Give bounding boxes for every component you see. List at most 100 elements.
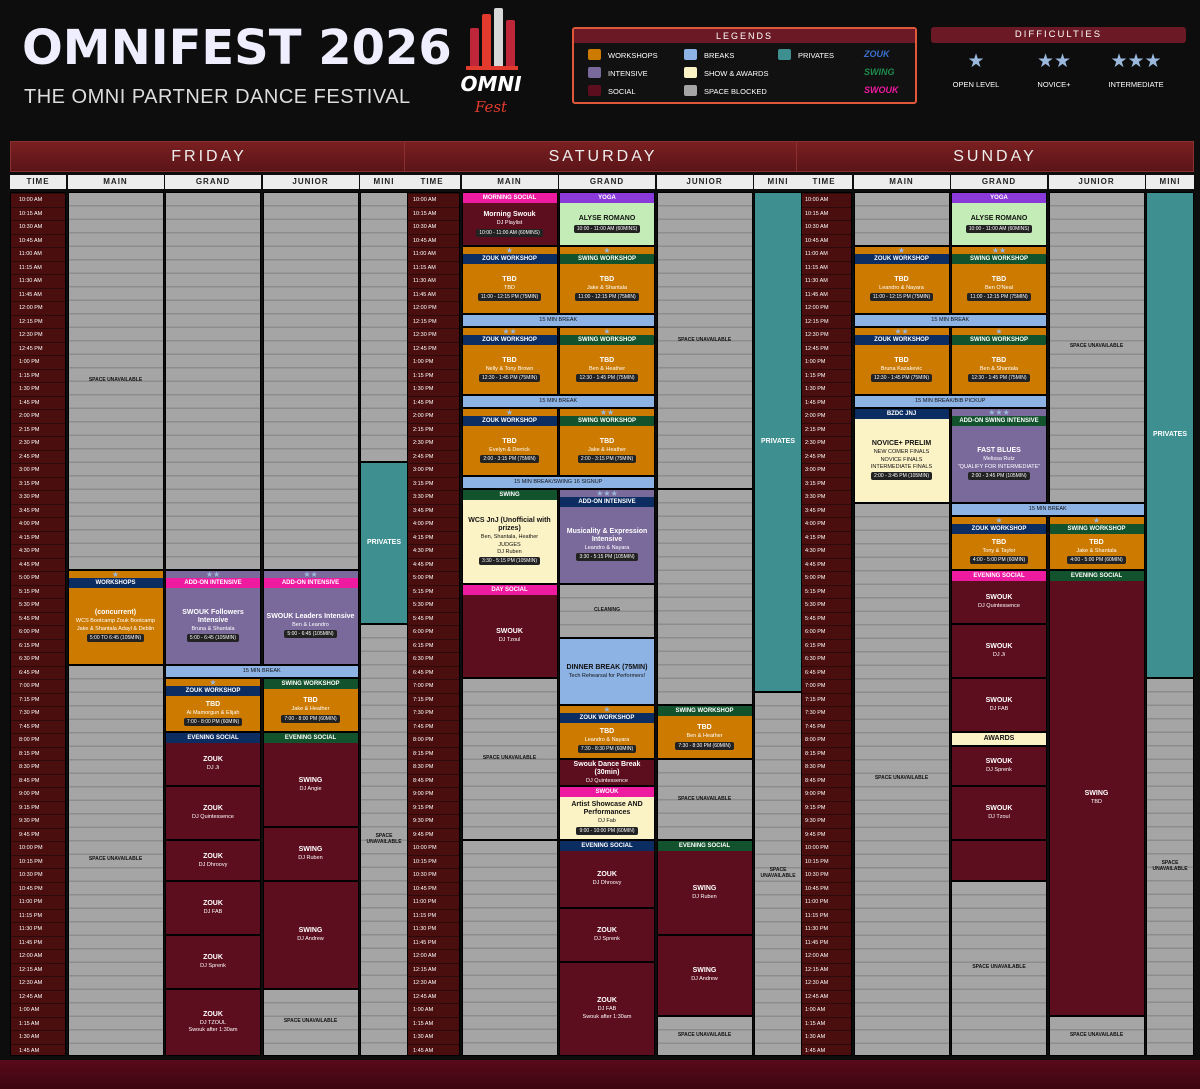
schedule-block[interactable]: EVENING SOCIAL SWING DJ Ruben (656, 840, 753, 935)
block-time-tag: 5:00 TO 6:45 (105MIN) (86, 634, 145, 643)
time-label: 8:30 PM (405, 760, 459, 774)
schedule-block[interactable]: Swouk Dance Break (30min) DJ Quintessence (559, 759, 655, 786)
time-label: 10:15 PM (11, 854, 65, 869)
schedule-block[interactable]: YOGA ALYSE ROMANO 10:00 - 11:00 AM (60MINS… (951, 192, 1047, 246)
block-heading: EVENING SOCIAL (166, 733, 260, 743)
legend-style-swouk: SWOUK (864, 85, 899, 95)
time-label: 12:30 AM (797, 976, 851, 990)
schedule-block[interactable]: ZOUK DJ FAB Swouk after 1:30am (559, 961, 655, 1056)
schedule-block[interactable]: ★ ZOUK WORKSHOP TBD Evelyn & Derrick 2:00 - … (461, 408, 558, 476)
schedule-block[interactable]: ★ ZOUK WORKSHOP TBD TBD 11:00 - 12:15 PM (75… (461, 246, 558, 314)
block-text: 15 MIN BREAK/BIB PICKUP (915, 398, 986, 405)
schedule-block[interactable]: ZOUK DJ FAB (165, 880, 261, 935)
schedule-block[interactable]: SWING DJ Andrew (262, 880, 359, 989)
schedule-block[interactable]: EVENING SOCIAL ZOUK DJ Dhroovy (559, 840, 655, 908)
schedule-block[interactable]: ★ SWING WORKSHOP TBD Ben & Heather 12:30 - 1… (559, 327, 655, 395)
legend-label: BREAKS (704, 51, 735, 60)
schedule-block[interactable]: 15 MIN BREAK (951, 502, 1145, 516)
schedule-block[interactable]: ★★ ADD-ON INTENSIVE SWOUK Followers Intens… (165, 570, 261, 665)
block-text: SWOUK (985, 758, 1013, 766)
schedule-block[interactable]: ★★ SWING WORKSHOP TBD Jake & Heather 2:00 - … (559, 408, 655, 476)
schedule-block[interactable]: SWOUK DJ Sprenk (951, 745, 1047, 786)
schedule-block[interactable]: DINNER BREAK (75MIN) Tech Rehearsal for P… (559, 637, 655, 705)
column-header-main: MAIN (853, 175, 950, 189)
schedule-block[interactable]: ZOUK DJ Dhroovy (165, 840, 261, 881)
schedule-block[interactable]: SWOUK DJ FAB (951, 678, 1047, 732)
block-body: SPACE UNAVAILABLE (855, 504, 949, 1056)
schedule-block[interactable]: MORNING SOCIAL Morning Swouk DJ Playlist 10… (461, 192, 558, 246)
schedule-block[interactable]: ★ SWING WORKSHOP TBD Ben & Shantala 12:30 - … (951, 327, 1047, 395)
schedule-block[interactable]: SWOUK Artist Showcase AND Performances DJ … (559, 786, 655, 840)
schedule-block[interactable]: SWING WORKSHOP TBD Jake & Heather 7:00 - 8:… (262, 678, 359, 732)
schedule-block[interactable]: SWING WCS JnJ (Unofficial with prizes) Ben… (461, 489, 558, 584)
schedule-block[interactable]: ★ ZOUK WORKSHOP TBD Leandro & Nayara 11:00 -… (853, 246, 950, 314)
schedule-block[interactable]: SWOUK DJ Ji (951, 624, 1047, 678)
schedule-block[interactable]: ★ ZOUK WORKSHOP TBD Ai Mamorgun & Elijah 7:0… (165, 678, 261, 732)
block-text: DJ Quintessence (978, 603, 1020, 610)
schedule-block[interactable]: ZOUK DJ TZOUL Swouk after 1:30am (165, 988, 261, 1056)
schedule-block[interactable]: 15 MIN BREAK (461, 394, 655, 408)
schedule-block[interactable]: 15 MIN BREAK/BIB PICKUP (853, 394, 1047, 408)
schedule-block[interactable]: ★ ZOUK WORKSHOP TBD Tony & Taylor 4:00 - 5:0… (951, 516, 1047, 570)
schedule-block[interactable]: EVENING SOCIAL ZOUK DJ Ji (165, 732, 261, 786)
schedule-block[interactable]: EVENING SOCIAL SWOUK DJ Quintessence (951, 570, 1047, 624)
schedule-block[interactable]: ★ SWING WORKSHOP TBD Jake & Shantala 11:00 -… (559, 246, 655, 314)
schedule-block[interactable]: PRIVATES (754, 192, 802, 692)
schedule-block (262, 192, 359, 570)
schedule-block[interactable]: EVENING SOCIAL SWING TBD (1048, 570, 1145, 1016)
block-body: SPACE UNAVAILABLE (463, 679, 557, 839)
schedule-block[interactable]: SWOUK DJ Tzoul (951, 786, 1047, 840)
schedule-block[interactable] (951, 840, 1047, 881)
time-label: 12:00 AM (797, 949, 851, 963)
schedule-block[interactable]: ★ ZOUK WORKSHOP TBD Leandro & Nayara 7:30 - … (559, 705, 655, 759)
schedule-block[interactable]: PRIVATES (1146, 192, 1194, 678)
time-label: 2:00 PM (11, 409, 65, 423)
block-text: SWOUK (496, 628, 523, 636)
block-heading: YOGA (560, 193, 654, 203)
block-time-tag: 2:00 - 3:15 PM (75MIN) (480, 454, 539, 463)
time-label: 1:00 AM (797, 1003, 851, 1017)
time-label: 1:30 PM (405, 382, 459, 396)
schedule-block[interactable]: ★ WORKSHOPS (concurrent) WCS Bootcamp Zouk … (67, 570, 164, 665)
time-label: 10:15 AM (11, 206, 65, 221)
schedule-block[interactable]: ★★ SWING WORKSHOP TBD Ben O'Neal 11:00 - 12:… (951, 246, 1047, 314)
block-text: Swouk after 1:30am (582, 1013, 632, 1020)
time-label: 8:45 PM (11, 773, 65, 788)
schedule-block[interactable]: ZOUK DJ Quintessence (165, 786, 261, 840)
time-label: 1:30 AM (405, 1030, 459, 1044)
schedule-block[interactable]: 15 MIN BREAK/SWING 16 SIGNUP (461, 475, 655, 489)
schedule-block[interactable]: DAY SOCIAL SWOUK DJ Tzoul (461, 583, 558, 678)
schedule-block[interactable]: 15 MIN BREAK (461, 313, 655, 327)
time-label: 11:45 AM (405, 287, 459, 302)
schedule-block[interactable]: ★★ ZOUK WORKSHOP TBD Bruna Kazakevic 12:30 -… (853, 327, 950, 395)
block-body: TBD Tony & Taylor 4:00 - 5:00 PM (60MIN) (952, 534, 1046, 569)
schedule-block[interactable]: ZOUK DJ Sprenk (559, 907, 655, 962)
schedule-block[interactable]: 15 MIN BREAK (165, 664, 359, 678)
schedule-block[interactable]: SWING DJ Ruben (262, 826, 359, 881)
schedule-block[interactable]: BZDC JNJ NOVICE+ PRELIM NEW COMER FINALS NO… (853, 408, 950, 503)
legend-swatch (684, 67, 697, 78)
schedule-block[interactable]: ★★★ ADD-ON SWING INTENSIVE FAST BLUES Melis… (951, 408, 1047, 503)
column-header-time: TIME (796, 175, 852, 189)
block-body: SPACE UNAVAILABLE (952, 882, 1046, 1056)
block-body: SWOUK DJ Ji (952, 625, 1046, 677)
schedule-block[interactable]: ZOUK DJ Sprenk (165, 934, 261, 989)
block-text: TBD (504, 284, 515, 291)
schedule-block[interactable]: EVENING SOCIAL SWING DJ Angie (262, 732, 359, 827)
schedule-block[interactable]: ★★ ADD-ON INTENSIVE SWOUK Leaders Intensiv… (262, 570, 359, 665)
schedule-block[interactable]: AWARDS (951, 732, 1047, 746)
schedule-block[interactable]: 15 MIN BREAK (853, 313, 1047, 327)
schedule-block[interactable]: YOGA ALYSE ROMANO 10:00 - 11:00 AM (60MINS… (559, 192, 655, 246)
schedule-block[interactable]: ★★ ZOUK WORKSHOP TBD Nelly & Tony Brown 12:3… (461, 327, 558, 395)
time-label: 1:00 PM (405, 355, 459, 369)
block-heading: ZOUK WORKSHOP (462, 254, 557, 264)
block-time-tag: 11:00 - 12:15 PM (75MIN) (575, 292, 639, 301)
schedule-block[interactable]: ★ SWING WORKSHOP TBD Jake & Shantala 4:00 - … (1048, 516, 1145, 570)
schedule-block[interactable]: SWING DJ Andrew (656, 934, 753, 1016)
schedule-block[interactable]: ★★★ ADD-ON INTENSIVE Musicality & Expressi… (559, 489, 655, 584)
block-body: TBD Jake & Heather 2:00 - 3:15 PM (75MIN) (560, 426, 654, 475)
schedule-block[interactable]: PRIVATES (360, 462, 408, 624)
time-label: 11:00 PM (11, 895, 65, 909)
time-label: 12:15 AM (11, 962, 65, 977)
schedule-block[interactable]: SWING WORKSHOP TBD Ben & Heather 7:30 - 8:3… (656, 705, 753, 759)
